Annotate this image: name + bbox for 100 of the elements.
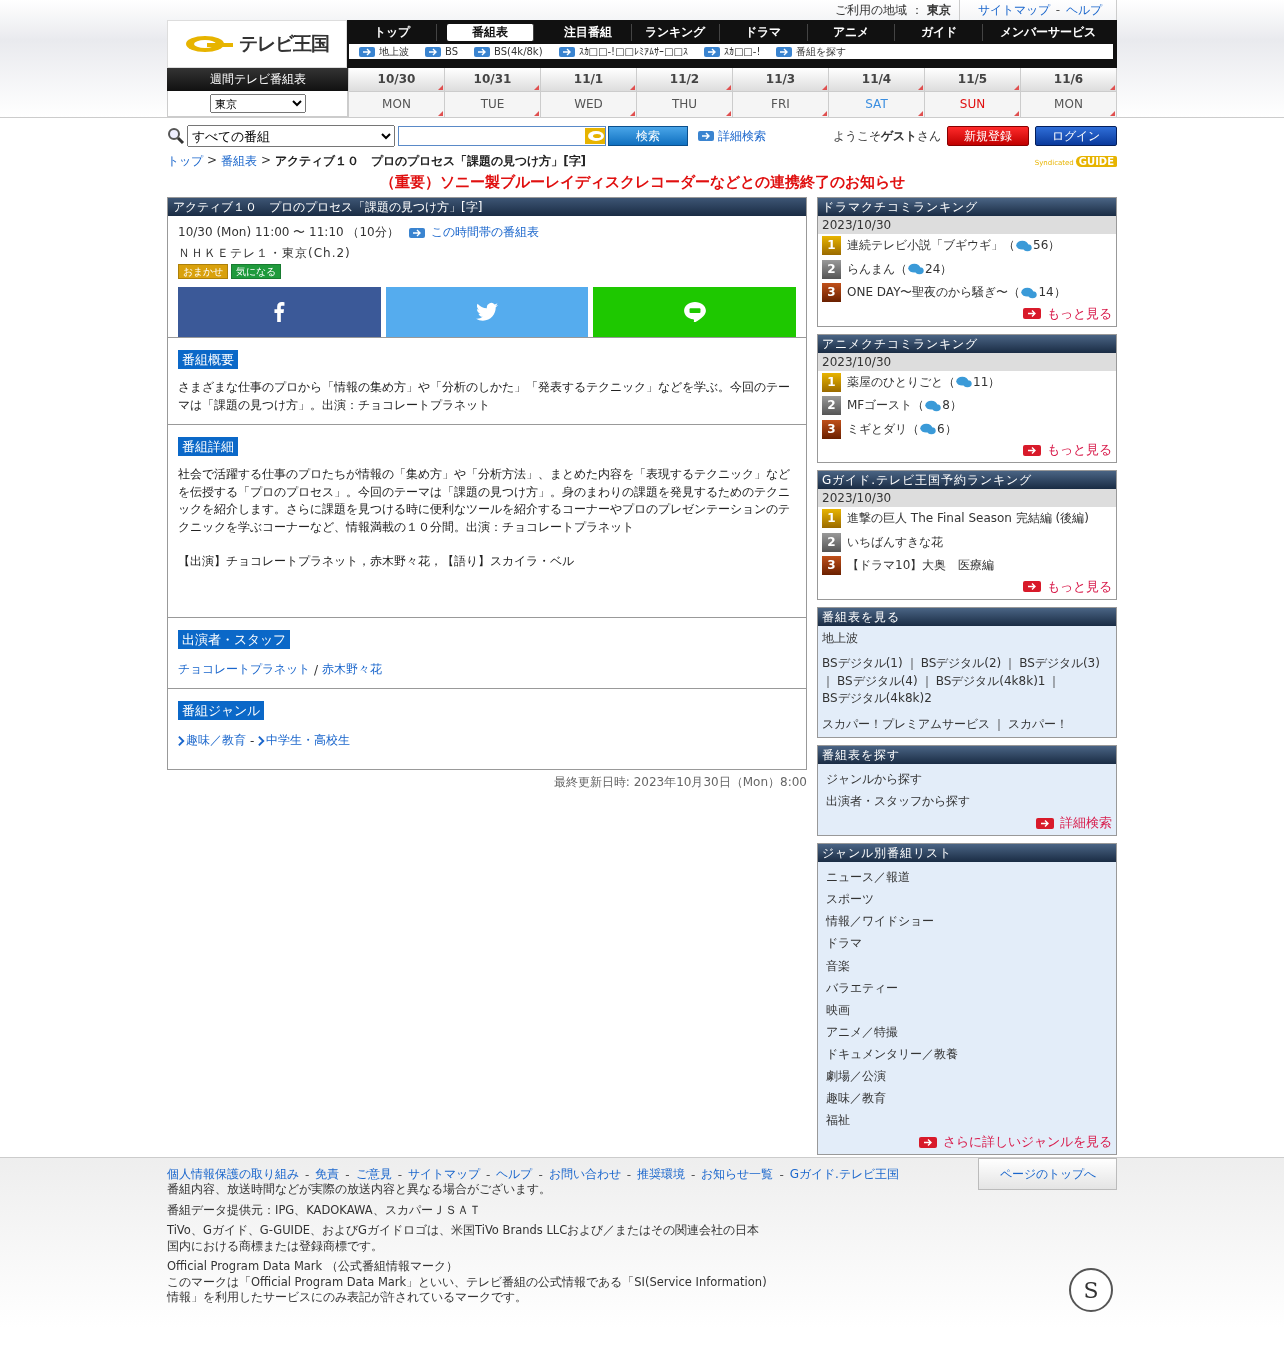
day-date[interactable]: 11/6 (1021, 68, 1116, 91)
more-link[interactable]: もっと見る (1023, 441, 1112, 459)
nav-tab[interactable]: 番組表 (446, 24, 535, 41)
footer-link[interactable]: お問い合わせ (548, 1166, 621, 1184)
top-link[interactable]: サイトマップ (977, 1, 1050, 19)
day-date[interactable]: 11/4 (829, 68, 924, 91)
find-link[interactable]: 出演者・スタッフから探す (826, 790, 1108, 813)
genre-link[interactable]: 中学生・高校生 (266, 732, 351, 749)
footer-link[interactable]: 免責 (315, 1166, 340, 1184)
day-weekday[interactable]: TUE (445, 91, 540, 117)
footer-link[interactable]: 推奨環境 (637, 1166, 686, 1184)
day-weekday[interactable]: SUN (925, 91, 1020, 117)
share-button[interactable] (593, 287, 796, 337)
channel-link[interactable]: スカパー！プレミアムサービス (822, 715, 990, 733)
genre-link[interactable]: 趣味／教育 (826, 1087, 1108, 1110)
day-date[interactable]: 11/1 (541, 68, 636, 91)
genre-link[interactable]: 情報／ワイドショー (826, 910, 1108, 933)
ranking-title[interactable]: MFゴースト（ (847, 397, 925, 415)
genre-link[interactable]: 趣味／教育 (186, 732, 246, 749)
panel-title: 番組表を見る (818, 607, 1116, 626)
ranking-title[interactable]: 連続テレビ小説「ブギウギ」（ (847, 237, 1015, 255)
channel-link[interactable]: BSデジタル(2) (920, 655, 1002, 673)
tag[interactable]: 気になる (231, 264, 281, 279)
sub-nav-link[interactable]: BS (425, 46, 459, 57)
channel-link[interactable]: BSデジタル(1) (822, 655, 903, 673)
day-date[interactable]: 11/2 (637, 68, 732, 91)
ranking-title[interactable]: 進撃の巨人 The Final Season 完結編 (後編) (847, 510, 1089, 528)
genre-link[interactable]: 福祉 (826, 1109, 1108, 1132)
sub-nav-link[interactable]: 番組を探す (776, 44, 847, 59)
day-date[interactable]: 11/3 (733, 68, 828, 91)
channel-link[interactable]: BSデジタル(3) (1019, 655, 1100, 673)
ranking-title[interactable]: 【ドラマ10】大奥 医療編 (847, 557, 995, 575)
register-button[interactable]: 新規登録 (947, 126, 1029, 146)
genre-link[interactable]: バラエティー (826, 976, 1108, 999)
genre-link[interactable]: 映画 (826, 998, 1108, 1021)
genre-link[interactable]: ニュース／報道 (826, 866, 1108, 889)
nav-tab[interactable]: 注目番組 (544, 24, 633, 41)
nav-tab[interactable]: トップ (349, 24, 437, 41)
sub-nav-link[interactable]: ｽｶ□□-! (703, 46, 761, 57)
page-top-button[interactable]: ページのトップへ (978, 1158, 1117, 1191)
genre-link[interactable]: ドキュメンタリー／教養 (826, 1042, 1108, 1066)
breadcrumb-link[interactable]: 番組表 (221, 152, 258, 170)
site-logo[interactable]: テレビ王国 (167, 20, 347, 68)
search-button[interactable]: 検索 (608, 126, 688, 146)
more-link[interactable]: 詳細検索 (1036, 814, 1112, 833)
ranking-title[interactable]: らんまん（ (847, 260, 907, 278)
day-weekday[interactable]: MON (349, 91, 444, 117)
ranking-title[interactable]: ミギとダリ（ (847, 420, 919, 438)
genre-link[interactable]: ドラマ (826, 932, 1108, 955)
top-link[interactable]: ヘルプ (1066, 1, 1102, 19)
footer-link[interactable]: ヘルプ (496, 1166, 533, 1184)
schedule-link[interactable]: この時間帯の番組表 (408, 224, 539, 241)
day-weekday[interactable]: FRI (733, 91, 828, 117)
nav-tab[interactable]: ガイド (895, 24, 983, 41)
cast-link[interactable]: チョコレートプラネット (178, 661, 310, 678)
genre-link[interactable]: 音楽 (826, 954, 1108, 977)
ranking-title[interactable]: ONE DAY〜聖夜のから騒ぎ〜（ (847, 284, 1021, 302)
day-date[interactable]: 10/31 (445, 68, 540, 91)
region-select[interactable]: 東京 (209, 94, 306, 113)
day-weekday[interactable]: THU (637, 91, 732, 117)
channel-link[interactable]: スカパー！ (1008, 715, 1068, 733)
channel-link[interactable]: BSデジタル(4k8k)1 (935, 672, 1046, 690)
day-date[interactable]: 10/30 (349, 68, 444, 91)
ranking-title[interactable]: 薬屋のひとりごと（ (847, 373, 955, 391)
sub-nav-link[interactable]: 地上波 (359, 44, 409, 59)
more-link[interactable]: もっと見る (1023, 577, 1112, 596)
genre-link[interactable]: スポーツ (826, 888, 1108, 911)
cast-link[interactable]: 赤木野々花 (322, 661, 383, 678)
search-field[interactable] (398, 126, 606, 146)
footer-link[interactable]: Gガイド.テレビ王国 (789, 1166, 899, 1184)
breadcrumb-current: アクティブ１０ プロのプロセス「課題の見つけ方」[字] (275, 152, 587, 170)
nav-tab[interactable]: ランキング (632, 24, 720, 41)
find-link[interactable]: ジャンルから探す (826, 768, 1108, 791)
nav-tab[interactable]: メンバーサービス (982, 24, 1113, 41)
channel-link[interactable]: 地上波 (822, 629, 858, 647)
share-button[interactable] (385, 287, 589, 337)
login-button[interactable]: ログイン (1035, 126, 1117, 146)
nav-tab[interactable]: アニメ (807, 24, 896, 41)
footer-link[interactable]: サイトマップ (408, 1166, 481, 1184)
separator: - (345, 1167, 350, 1182)
sub-nav-link[interactable]: BS(4k/8k) (474, 46, 543, 57)
genre-link[interactable]: アニメ／特撮 (826, 1020, 1108, 1043)
advanced-search-link[interactable]: 詳細検索 (698, 127, 766, 145)
footer-link[interactable]: 個人情報保護の取り組み (167, 1166, 299, 1184)
channel-link[interactable]: BSデジタル(4k8k)2 (822, 690, 932, 708)
footer-link[interactable]: お知らせ一覧 (701, 1166, 774, 1184)
day-weekday[interactable]: MON (1021, 91, 1116, 117)
notice-link[interactable]: （重要）ソニー製ブルーレイディスクレコーダーなどとの連携終了のお知らせ (379, 171, 905, 193)
more-link[interactable]: もっと見る (1023, 304, 1112, 323)
genre-link[interactable]: 劇場／公演 (826, 1065, 1108, 1088)
channel-link[interactable]: BSデジタル(4) (837, 672, 918, 690)
sub-nav-link[interactable]: ｽｶ□□-!□□ﾚﾐｱﾑｻｰ□□ｽ (558, 46, 688, 57)
day-weekday[interactable]: WED (541, 91, 636, 117)
footer-link[interactable]: ご意見 (355, 1166, 392, 1184)
breadcrumb-link[interactable]: トップ (167, 152, 203, 170)
ranking-title[interactable]: いちばんすきな花 (847, 533, 943, 551)
category-select[interactable]: すべての番組 (187, 125, 395, 147)
day-date[interactable]: 11/5 (925, 68, 1020, 91)
nav-tab[interactable]: ドラマ (719, 24, 808, 41)
welcome-text: ようこそゲストさん (833, 127, 941, 145)
